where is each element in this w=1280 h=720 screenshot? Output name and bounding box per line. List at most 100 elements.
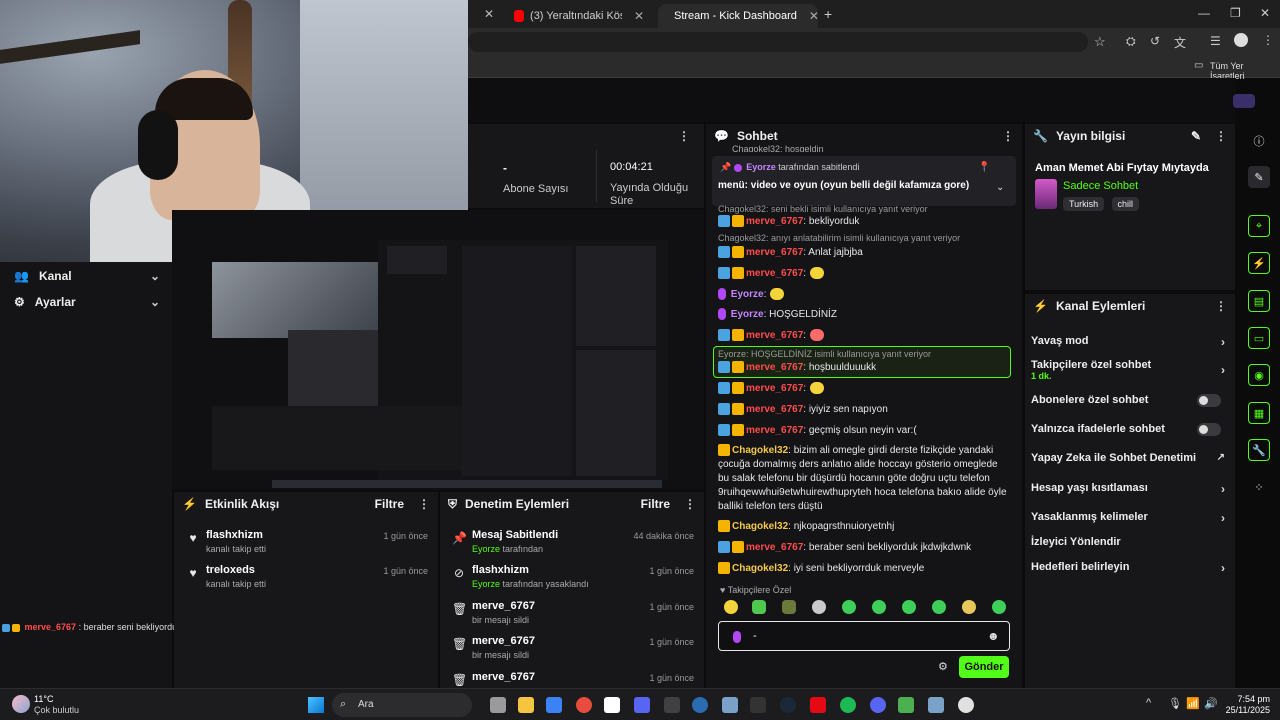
mod-title[interactable]: flashxhizm <box>472 564 529 576</box>
kebab-menu-icon[interactable]: ⋮ <box>1215 129 1227 143</box>
search-box[interactable]: ⌕ Ara <box>332 693 472 717</box>
emoji-icon[interactable]: ☻ <box>987 629 1000 643</box>
epic-games-icon[interactable] <box>750 697 766 713</box>
layout-icon[interactable]: ▦ <box>1248 402 1270 424</box>
emote-icon[interactable] <box>962 600 976 614</box>
emotes-only-toggle[interactable] <box>1197 423 1221 436</box>
broadcast-icon[interactable]: ◉ <box>1248 364 1270 386</box>
emote-icon[interactable] <box>782 600 796 614</box>
tab-kick-dashboard[interactable]: Stream - Kick Dashboard ✕ <box>658 4 819 28</box>
close-icon[interactable]: ✕ <box>809 9 819 23</box>
chat-icon[interactable]: ▭ <box>1248 327 1270 349</box>
profile-icon[interactable] <box>1234 33 1248 47</box>
chat-username[interactable]: merve_6767 <box>746 362 803 373</box>
weather-desc[interactable]: Çok bulutlu <box>34 705 79 715</box>
sidebar-item-kanal[interactable]: 👥 Kanal ⌄ <box>14 269 160 283</box>
chat-username[interactable]: Chagokel32 <box>732 521 788 532</box>
tag[interactable]: Turkish <box>1063 197 1105 211</box>
clock-time[interactable]: 7:54 pm <box>1226 694 1270 704</box>
sidebar-item-ayarlar[interactable]: ⚙ Ayarlar ⌄ <box>14 295 160 309</box>
filter-button[interactable]: Filtre <box>375 497 404 511</box>
chat-input[interactable]: - ☻ <box>718 621 1010 651</box>
chat-username[interactable]: merve_6767 <box>746 268 803 279</box>
clock-date[interactable]: 25/11/2025 <box>1216 705 1270 715</box>
chat-username[interactable]: merve_6767 <box>746 542 803 553</box>
stream-category[interactable]: Sadece Sohbet <box>1063 180 1138 192</box>
app-icon[interactable] <box>634 697 650 713</box>
translate-icon[interactable]: 文 <box>1174 34 1186 51</box>
bolt-icon[interactable]: ⚡ <box>1248 252 1270 274</box>
history-icon[interactable]: ↺ <box>1150 34 1160 48</box>
new-tab-icon[interactable]: + <box>824 6 832 22</box>
address-field[interactable] <box>468 32 1088 52</box>
weather-temp[interactable]: 11°C <box>34 694 53 704</box>
emote-icon[interactable] <box>932 600 946 614</box>
chat-username[interactable]: Chagokel32 <box>732 563 788 574</box>
store-icon[interactable] <box>546 697 562 713</box>
more-icon[interactable]: ⁘ <box>1248 476 1270 498</box>
action-slow-mode[interactable]: Yavaş mod › <box>1031 335 1225 349</box>
minimize-icon[interactable]: — <box>1198 6 1210 20</box>
subscribers-only-toggle[interactable] <box>1197 394 1221 407</box>
close-icon[interactable]: ✕ <box>484 7 494 21</box>
app-icon[interactable] <box>928 697 944 713</box>
feed-user[interactable]: flashxhizm <box>206 529 263 541</box>
discord-icon[interactable] <box>870 697 886 713</box>
mod-actor[interactable]: Eyorze <box>472 579 500 589</box>
mod-title[interactable]: merve_6767 <box>472 635 535 647</box>
chat-username[interactable]: Eyorze <box>731 289 764 300</box>
microphone-icon[interactable]: 🎙 <box>1168 697 1182 710</box>
close-window-icon[interactable]: ✕ <box>1260 6 1270 20</box>
app-icon[interactable] <box>692 697 708 713</box>
action-banned-words[interactable]: Yasaklanmış kelimeler › <box>1031 511 1225 525</box>
kebab-menu-icon[interactable]: ⋮ <box>1262 33 1274 47</box>
emote-icon[interactable] <box>812 600 826 614</box>
pinned-by-user[interactable]: Eyorze <box>746 162 776 172</box>
chrome-icon[interactable] <box>576 697 592 713</box>
chat-username[interactable]: merve_6767 <box>746 404 803 415</box>
gear-icon[interactable]: ⚙ <box>938 660 948 673</box>
action-goals[interactable]: Hedefleri belirleyin › <box>1031 561 1225 575</box>
wifi-icon[interactable]: 📶 <box>1186 697 1200 710</box>
emote-icon[interactable] <box>842 600 856 614</box>
maximize-icon[interactable]: ❐ <box>1230 6 1241 20</box>
file-explorer-icon[interactable] <box>518 697 534 713</box>
kebab-menu-icon[interactable]: ⋮ <box>684 497 696 511</box>
menu-list-icon[interactable]: ☰ <box>1210 34 1221 48</box>
steam-icon[interactable] <box>780 697 796 713</box>
document-icon[interactable]: ▤ <box>1248 290 1270 312</box>
send-button[interactable]: Gönder <box>959 656 1009 678</box>
emote-icon[interactable] <box>872 600 886 614</box>
info-icon[interactable]: ⓘ <box>1248 130 1270 152</box>
action-ai-moderation[interactable]: Yapay Zeka ile Sohbet Denetimi ↗ <box>1031 452 1225 464</box>
close-icon[interactable]: ✕ <box>634 9 644 23</box>
kebab-menu-icon[interactable]: ⋮ <box>1002 129 1014 143</box>
emote-icon[interactable] <box>902 600 916 614</box>
tab-youtube[interactable]: (3) Yeraltındaki Köstebek İnsanl ✕ <box>504 4 654 28</box>
github-icon[interactable] <box>664 697 680 713</box>
app-icon[interactable] <box>722 697 738 713</box>
windows-start-icon[interactable] <box>308 697 324 713</box>
chat-username[interactable]: merve_6767 <box>746 330 803 341</box>
chat-username[interactable]: merve_6767 <box>746 216 803 227</box>
filter-button[interactable]: Filtre <box>641 497 670 511</box>
chat-username[interactable]: Eyorze <box>731 309 764 320</box>
clip-icon[interactable]: ⌖ <box>1248 215 1270 237</box>
chat-username[interactable]: merve_6767 <box>746 247 803 258</box>
unpin-icon[interactable]: 📍 <box>978 162 990 173</box>
task-view-icon[interactable] <box>490 697 506 713</box>
star-icon[interactable]: ☆ <box>1094 34 1106 50</box>
edit-icon[interactable]: ✎ <box>1248 166 1270 188</box>
extensions-icon[interactable]: ⛭ <box>1126 34 1136 49</box>
wrench-icon[interactable]: 🔧 <box>1248 439 1270 461</box>
chevron-down-icon[interactable]: ⌄ <box>996 182 1004 193</box>
edit-icon[interactable]: ✎ <box>1191 129 1201 143</box>
pinned-message[interactable]: 📌 Eyorze tarafından sabitlendi 📍 menü: v… <box>712 156 1016 206</box>
action-account-age[interactable]: Hesap yaşı kısıtlaması › <box>1031 482 1225 496</box>
tag[interactable]: chill <box>1111 197 1140 211</box>
action-raid[interactable]: İzleyici Yönlendir <box>1031 536 1225 548</box>
mod-actor[interactable]: Eyorze <box>472 544 500 554</box>
chat-username[interactable]: merve_6767 <box>746 425 803 436</box>
mod-title[interactable]: merve_6767 <box>472 671 535 683</box>
emote-icon[interactable] <box>724 600 738 614</box>
